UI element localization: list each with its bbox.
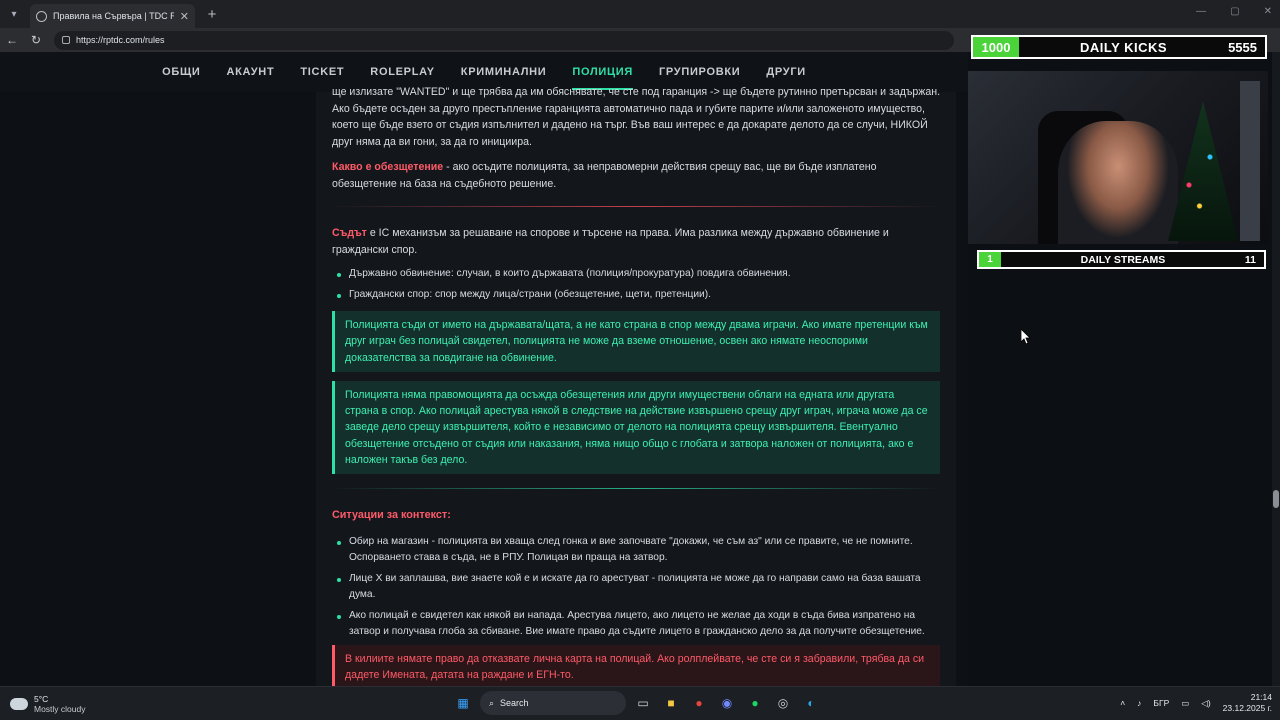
search-label: Search <box>500 698 529 708</box>
obs-icon[interactable]: ◎ <box>772 692 794 714</box>
discord-icon[interactable]: ◉ <box>716 692 738 714</box>
stream-overlay: 1000 DAILY KICKS 5555 1 DAILY STREAMS 11 <box>968 34 1268 274</box>
daily-streams-goal-bar: 1 DAILY STREAMS 11 <box>977 250 1266 269</box>
website-viewport: ОБЩИ АКАУНТ TICKET ROLEPLAY КРИМИНАЛНИ П… <box>0 52 968 686</box>
streams-goal: 11 <box>1244 253 1256 266</box>
nav-roleplay[interactable]: ROLEPLAY <box>357 66 447 78</box>
scrollbar-thumb[interactable] <box>1273 490 1279 508</box>
task-view-icon[interactable]: ▭ <box>632 692 654 714</box>
close-tab-icon[interactable]: ✕ <box>180 10 189 23</box>
christmas-tree <box>1168 101 1238 241</box>
language-indicator[interactable]: БГР <box>1153 698 1169 708</box>
court-label: Съдът <box>332 227 367 239</box>
nav-ticket[interactable]: TICKET <box>287 66 357 78</box>
search-icon: ⌕ <box>489 697 495 708</box>
network-icon[interactable]: ▭ <box>1181 698 1189 709</box>
clock[interactable]: 21:14 23.12.2025 г. <box>1223 692 1272 714</box>
tray-overflow-icon[interactable]: ˄ <box>1120 698 1125 708</box>
weather-desc: Mostly cloudy <box>34 704 86 714</box>
new-tab-button[interactable]: + <box>201 6 223 23</box>
screen: ▾ Правила на Сървъра | TDC Roleplay ✕ + … <box>0 0 1280 720</box>
spotify-icon[interactable]: ● <box>744 692 766 714</box>
tab-menu-chevron-icon[interactable]: ▾ <box>0 0 28 28</box>
section-divider <box>332 206 940 207</box>
weather-temp: 5°C <box>34 694 49 704</box>
intro-paragraph: ще излизате "WANTED" и ще трябва да им о… <box>332 86 941 148</box>
webcam-feed <box>968 71 1268 244</box>
file-explorer-icon[interactable]: ■ <box>660 692 682 714</box>
list-item: Държавно обвинение: случаи, в които държ… <box>332 266 940 283</box>
maximize-icon[interactable]: ▢ <box>1230 6 1239 17</box>
daily-kicks-goal-bar: 1000 DAILY KICKS 5555 <box>971 35 1267 59</box>
info-callout: Полицията няма правомощията да осъжда об… <box>332 380 940 475</box>
info-callout: Полицията съди от името на държавата/щат… <box>332 311 940 372</box>
streams-current: 1 <box>979 252 1001 267</box>
warning-callout: В килиите нямате право да отказвате личн… <box>332 644 940 686</box>
list-item: Граждански спор: спор между лица/страни … <box>332 287 940 304</box>
globe-icon <box>36 10 47 22</box>
court-paragraph: Съдът е IC механизъм за решаване на спор… <box>332 225 940 258</box>
url-field[interactable]: https://rptdc.com/rules <box>54 30 954 50</box>
chrome-icon[interactable]: ● <box>688 692 710 714</box>
browser-tab-bar: ▾ Правила на Сървъра | TDC Roleplay ✕ + … <box>0 0 1280 28</box>
microphone-icon[interactable]: ♪ <box>1137 698 1141 708</box>
url-text: https://rptdc.com/rules <box>76 35 165 45</box>
taskbar-apps: ▦ ⌕ Search ▭ ■ ● ◉ ● ◎ ◐ <box>452 691 822 715</box>
clock-date: 23.12.2025 г. <box>1222 703 1272 713</box>
minimize-icon[interactable]: — <box>1196 6 1206 17</box>
compensation-label: Какво е обезщетение <box>332 161 444 173</box>
nav-criminal[interactable]: КРИМИНАЛНИ <box>448 66 560 78</box>
streamer <box>1058 121 1178 244</box>
volume-icon[interactable]: ◁) <box>1201 698 1210 709</box>
section-divider <box>332 488 940 490</box>
weather-widget[interactable]: 5°C Mostly cloudy <box>10 694 86 714</box>
page-scrollbar[interactable] <box>1272 52 1280 686</box>
situations-list: Обир на магазин - полицията ви хваща сле… <box>332 534 940 641</box>
court-text: е IC механизъм за решаване на спорове и … <box>332 227 889 256</box>
rules-article: ще излизате "WANTED" и ще трябва да им о… <box>316 86 956 686</box>
kicks-goal: 5555 <box>1228 39 1257 55</box>
site-info-icon[interactable] <box>62 36 70 44</box>
edge-icon[interactable]: ◐ <box>800 692 822 714</box>
kicks-current: 1000 <box>973 37 1019 57</box>
list-item: Ако полицай е свидетел как някой ви напа… <box>332 608 940 641</box>
webcam-background-door <box>1240 81 1260 241</box>
clock-time: 21:14 <box>1250 692 1272 702</box>
system-tray: ˄ ♪ БГР ▭ ◁) 21:14 23.12.2025 г. <box>1120 692 1272 714</box>
cloud-icon <box>10 698 28 710</box>
windows-taskbar: 5°C Mostly cloudy ▦ ⌕ Search ▭ ■ ● ◉ ● ◎… <box>0 686 1280 720</box>
kicks-label: DAILY KICKS <box>1079 39 1168 55</box>
list-item: Лице Х ви заплашва, вие знаете кой е и и… <box>332 571 940 604</box>
window-controls: — ▢ ✕ <box>1196 6 1272 17</box>
streams-label: DAILY STREAMS <box>1080 253 1166 266</box>
close-window-icon[interactable]: ✕ <box>1264 6 1272 17</box>
situations-title: Ситуации за контекст: <box>332 509 451 522</box>
taskbar-search[interactable]: ⌕ Search <box>480 691 626 715</box>
back-arrow-icon[interactable]: ← <box>0 33 24 47</box>
browser-tab[interactable]: Правила на Сървъра | TDC Roleplay ✕ <box>30 4 195 28</box>
reload-icon[interactable]: ↻ <box>24 33 48 47</box>
tab-title: Правила на Сървъра | TDC Roleplay <box>53 11 174 21</box>
nav-police[interactable]: ПОЛИЦИЯ <box>559 66 646 90</box>
compensation-paragraph: Какво е обезщетение - ако осъдите полици… <box>332 159 940 192</box>
nav-other[interactable]: ДРУГИ <box>753 66 819 78</box>
windows-start-icon[interactable]: ▦ <box>452 692 474 714</box>
list-item: Обир на магазин - полицията ви хваща сле… <box>332 534 940 567</box>
nav-account[interactable]: АКАУНТ <box>213 66 287 78</box>
nav-general[interactable]: ОБЩИ <box>149 66 213 78</box>
court-types-list: Държавно обвинение: случаи, в които държ… <box>332 266 940 303</box>
nav-groups[interactable]: ГРУПИРОВКИ <box>646 66 753 78</box>
